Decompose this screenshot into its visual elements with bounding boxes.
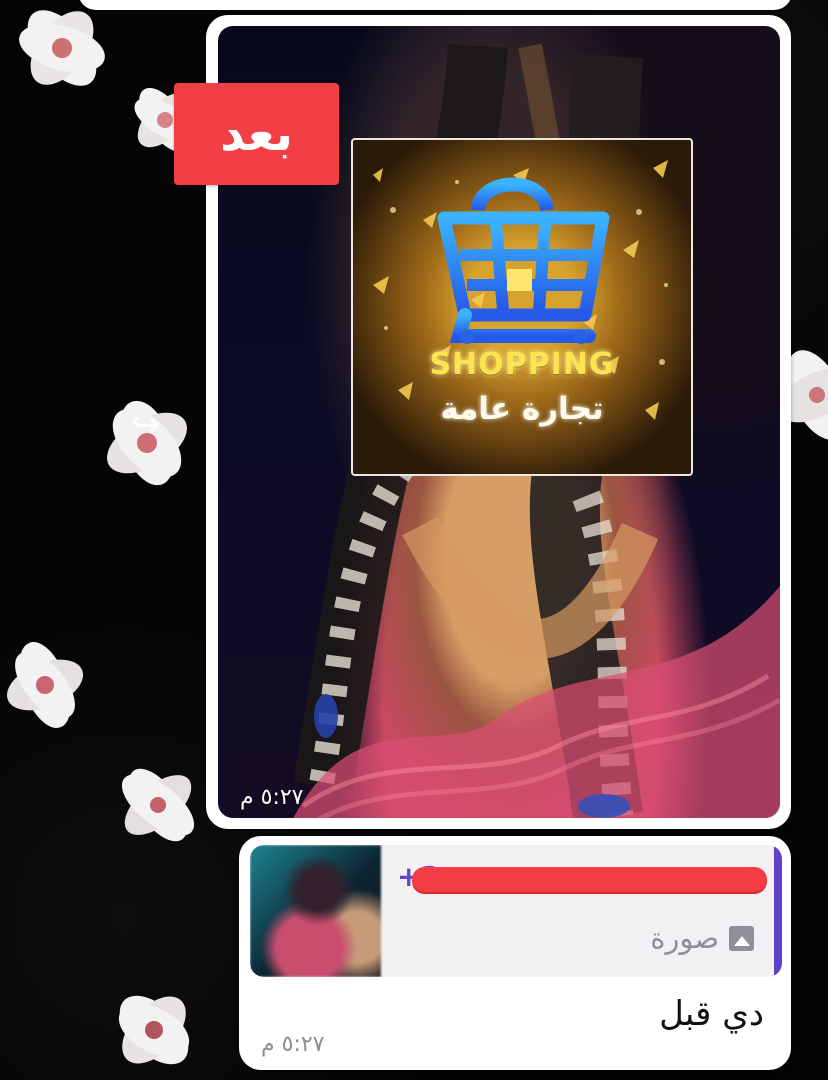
forward-arrow-icon[interactable]: ↪ <box>122 404 170 446</box>
chat-screen: ٥:٢٧ م بعد SHOPPING تجارة عامة ↪ صورة دي… <box>0 0 828 1080</box>
quoted-message-type: صورة <box>650 921 754 955</box>
shopping-title: SHOPPING <box>429 347 615 382</box>
reply-message-time: ٥:٢٧ م <box>261 1032 325 1057</box>
wallpaper-flower <box>118 995 190 1065</box>
reply-message-bubble[interactable]: +2 صورة دي قبل ٥:٢٧ م <box>239 836 791 1070</box>
reply-message-text: دي قبل <box>659 994 764 1034</box>
quoted-type-label: صورة <box>650 921 719 955</box>
image-icon <box>729 925 754 951</box>
redaction-mark <box>412 867 767 892</box>
wallpaper-flower <box>121 768 195 842</box>
previous-message-bubble <box>78 0 792 10</box>
quoted-photo-thumbnail <box>250 845 381 977</box>
wallpaper-flower <box>19 10 105 86</box>
quoted-message[interactable]: +2 صورة <box>250 845 782 977</box>
shopping-card: SHOPPING تجارة عامة <box>351 138 693 476</box>
image-message-time: ٥:٢٧ م <box>240 785 304 810</box>
wallpaper-flower <box>7 642 83 728</box>
shopping-subtitle: تجارة عامة <box>440 391 604 427</box>
after-label: بعد <box>174 83 339 185</box>
wallpaper-flower <box>107 400 187 486</box>
quote-accent-bar <box>774 845 782 977</box>
